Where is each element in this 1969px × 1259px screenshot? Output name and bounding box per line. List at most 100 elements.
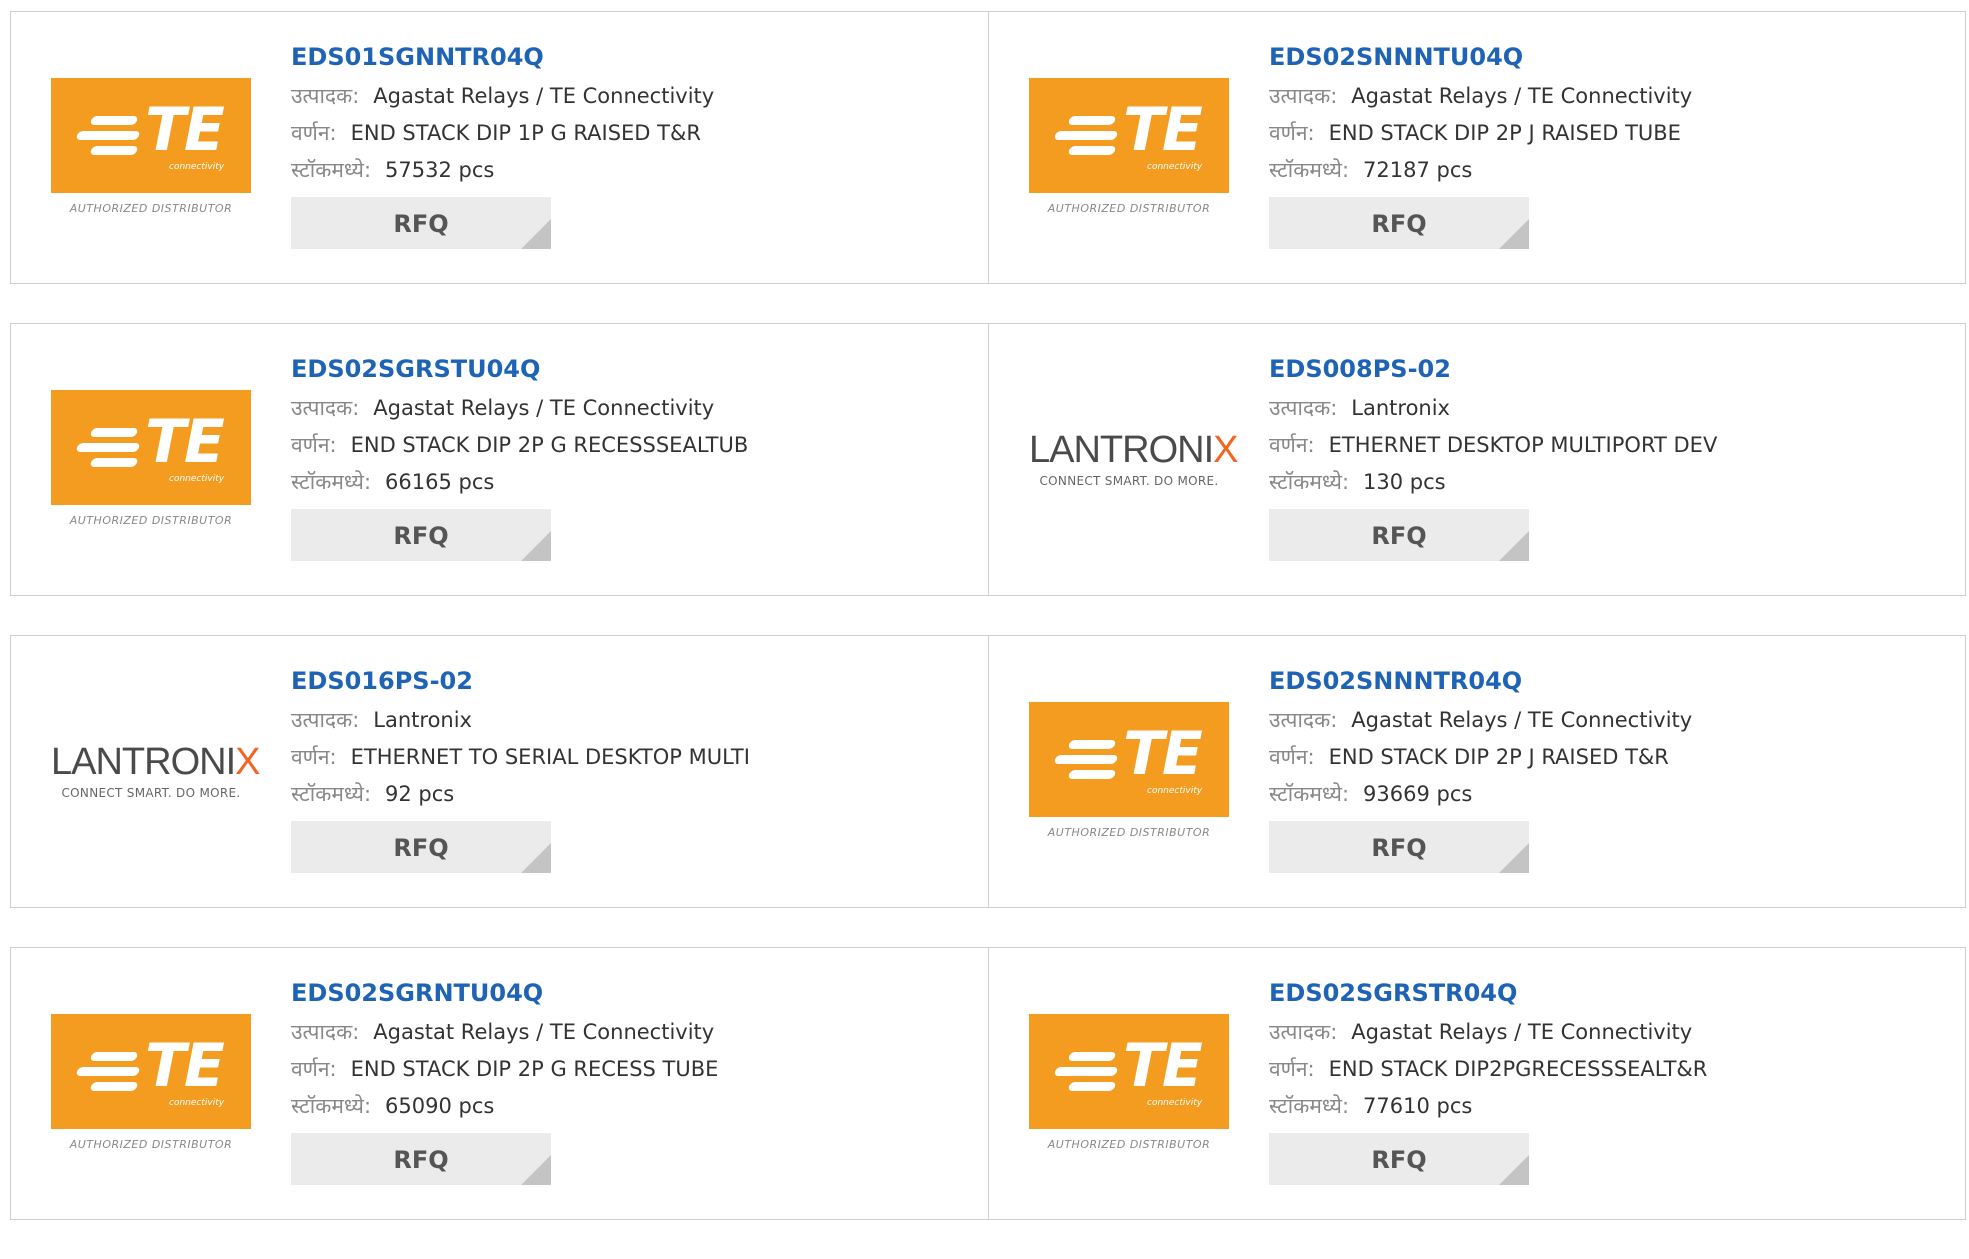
product-row: TE connectivity AUTHORIZED DISTRIBUTOR E… — [10, 947, 1966, 1220]
stock-label: स्टॉकमध्ये: — [1269, 1094, 1350, 1118]
manufacturer-logo[interactable]: TE connectivity AUTHORIZED DISTRIBUTOR — [1029, 948, 1229, 1219]
logo-subtext: connectivity — [1147, 161, 1203, 172]
product-card: LANTRONIX CONNECT SMART. DO MORE. EDS016… — [11, 636, 988, 907]
product-card: TE connectivity AUTHORIZED DISTRIBUTOR E… — [11, 324, 988, 595]
manufacturer-line: उत्पादक: Agastat Relays / TE Connectivity — [1269, 78, 1692, 115]
rfq-button[interactable]: RFQ — [1269, 509, 1529, 561]
logo-tagline: CONNECT SMART. DO MORE. — [61, 785, 241, 800]
manufacturer-logo[interactable]: TE connectivity AUTHORIZED DISTRIBUTOR — [51, 12, 251, 283]
manufacturer-value: Lantronix — [373, 708, 472, 732]
logo-wordmark: LANTRONIX — [1029, 428, 1239, 471]
stock-label: स्टॉकमध्ये: — [291, 782, 372, 806]
corner-arrow-icon — [521, 843, 551, 873]
part-number-link[interactable]: EDS02SGRNTU04Q — [291, 978, 718, 1008]
part-number-link[interactable]: EDS01SGNNTR04Q — [291, 42, 714, 72]
product-info: EDS02SGRSTR04Q उत्पादक: Agastat Relays / … — [1269, 978, 1707, 1185]
product-info: EDS016PS-02 उत्पादक: Lantronix वर्णन: ETHE… — [291, 666, 750, 873]
description-line: वर्णन: ETHERNET DESKTOP MULTIPORT DEV — [1269, 427, 1717, 464]
logo-subtext: connectivity — [169, 161, 225, 172]
manufacturer-label: उत्पादक: — [1269, 84, 1338, 108]
manufacturer-logo[interactable]: TE connectivity AUTHORIZED DISTRIBUTOR — [1029, 12, 1229, 283]
rfq-button[interactable]: RFQ — [1269, 821, 1529, 873]
product-info: EDS02SGRSTU04Q उत्पादक: Agastat Relays / … — [291, 354, 748, 561]
rfq-button[interactable]: RFQ — [291, 509, 551, 561]
lantronix-logo: LANTRONIX CONNECT SMART. DO MORE. — [1029, 428, 1239, 490]
logo-wordmark: TE — [145, 406, 225, 477]
manufacturer-label: उत्पादक: — [1269, 708, 1338, 732]
te-connectivity-logo: TE connectivity AUTHORIZED DISTRIBUTOR — [51, 77, 251, 218]
manufacturer-line: उत्पादक: Agastat Relays / TE Connectivity — [291, 78, 714, 115]
description-label: वर्णन: — [1269, 433, 1315, 457]
product-card: TE connectivity AUTHORIZED DISTRIBUTOR E… — [988, 12, 1965, 283]
te-connectivity-logo: TE connectivity AUTHORIZED DISTRIBUTOR — [1029, 1013, 1229, 1154]
manufacturer-logo[interactable]: LANTRONIX CONNECT SMART. DO MORE. — [1029, 324, 1239, 595]
part-number-link[interactable]: EDS008PS-02 — [1269, 354, 1717, 384]
product-info: EDS02SNNNTU04Q उत्पादक: Agastat Relays / … — [1269, 42, 1692, 249]
manufacturer-line: उत्पादक: Agastat Relays / TE Connectivity — [291, 390, 748, 427]
rfq-button[interactable]: RFQ — [291, 197, 551, 249]
manufacturer-value: Agastat Relays / TE Connectivity — [373, 1020, 715, 1044]
logo-subtext: connectivity — [1147, 1097, 1203, 1108]
product-card: TE connectivity AUTHORIZED DISTRIBUTOR E… — [11, 12, 988, 283]
manufacturer-label: उत्पादक: — [291, 1020, 360, 1044]
logo-tagline: CONNECT SMART. DO MORE. — [1039, 473, 1219, 488]
rfq-button[interactable]: RFQ — [1269, 1133, 1529, 1185]
stock-label: स्टॉकमध्ये: — [1269, 470, 1350, 494]
stock-line: स्टॉकमध्ये: 93669 pcs — [1269, 776, 1692, 813]
manufacturer-logo[interactable]: LANTRONIX CONNECT SMART. DO MORE. — [51, 636, 261, 907]
manufacturer-logo[interactable]: TE connectivity AUTHORIZED DISTRIBUTOR — [51, 324, 251, 595]
description-label: वर्णन: — [291, 433, 337, 457]
lantronix-logo: LANTRONIX CONNECT SMART. DO MORE. — [51, 742, 261, 802]
stock-label: स्टॉकमध्ये: — [1269, 158, 1350, 182]
corner-arrow-icon — [1499, 531, 1529, 561]
description-line: वर्णन: END STACK DIP 2P G RECESSSEALTUB — [291, 427, 748, 464]
manufacturer-line: उत्पादक: Agastat Relays / TE Connectivity — [1269, 1014, 1707, 1051]
rfq-button[interactable]: RFQ — [291, 1133, 551, 1185]
logo-wordmark: TE — [145, 94, 225, 165]
logo-tagline: AUTHORIZED DISTRIBUTOR — [69, 513, 233, 527]
rfq-button[interactable]: RFQ — [1269, 197, 1529, 249]
stock-line: स्टॉकमध्ये: 72187 pcs — [1269, 152, 1692, 189]
part-number-link[interactable]: EDS02SGRSTR04Q — [1269, 978, 1707, 1008]
te-connectivity-logo: TE connectivity AUTHORIZED DISTRIBUTOR — [1029, 701, 1229, 842]
description-label: वर्णन: — [1269, 745, 1315, 769]
rfq-button[interactable]: RFQ — [291, 821, 551, 873]
rfq-label: RFQ — [393, 834, 449, 862]
logo-wordmark: TE — [1123, 1030, 1203, 1101]
te-bars-icon — [75, 1051, 141, 1092]
stock-value: 57532 pcs — [385, 158, 495, 182]
product-card: TE connectivity AUTHORIZED DISTRIBUTOR E… — [988, 948, 1965, 1219]
manufacturer-value: Agastat Relays / TE Connectivity — [1351, 1020, 1693, 1044]
stock-line: स्टॉकमध्ये: 57532 pcs — [291, 152, 714, 189]
manufacturer-line: उत्पादक: Agastat Relays / TE Connectivity — [1269, 702, 1692, 739]
part-number-link[interactable]: EDS016PS-02 — [291, 666, 750, 696]
product-info: EDS008PS-02 उत्पादक: Lantronix वर्णन: ETHE… — [1269, 354, 1717, 561]
part-number-link[interactable]: EDS02SNNNTR04Q — [1269, 666, 1692, 696]
manufacturer-logo[interactable]: TE connectivity AUTHORIZED DISTRIBUTOR — [1029, 636, 1229, 907]
te-connectivity-logo: TE connectivity AUTHORIZED DISTRIBUTOR — [51, 1013, 251, 1154]
part-number-link[interactable]: EDS02SNNNTU04Q — [1269, 42, 1692, 72]
manufacturer-line: उत्पादक: Lantronix — [291, 702, 750, 739]
manufacturer-logo[interactable]: TE connectivity AUTHORIZED DISTRIBUTOR — [51, 948, 251, 1219]
product-grid: TE connectivity AUTHORIZED DISTRIBUTOR E… — [10, 11, 1966, 1259]
logo-tagline: AUTHORIZED DISTRIBUTOR — [1047, 1137, 1211, 1151]
stock-value: 66165 pcs — [385, 470, 495, 494]
rfq-label: RFQ — [1371, 210, 1427, 238]
stock-line: स्टॉकमध्ये: 66165 pcs — [291, 464, 748, 501]
te-connectivity-logo: TE connectivity AUTHORIZED DISTRIBUTOR — [1029, 77, 1229, 218]
logo-tagline: AUTHORIZED DISTRIBUTOR — [69, 201, 233, 215]
logo-wordmark: TE — [145, 1030, 225, 1101]
stock-value: 93669 pcs — [1363, 782, 1473, 806]
stock-label: स्टॉकमध्ये: — [291, 1094, 372, 1118]
part-number-link[interactable]: EDS02SGRSTU04Q — [291, 354, 748, 384]
description-label: वर्णन: — [291, 745, 337, 769]
description-value: END STACK DIP 2P J RAISED TUBE — [1328, 121, 1681, 145]
corner-arrow-icon — [521, 219, 551, 249]
description-value: END STACK DIP 2P G RECESSSEALTUB — [350, 433, 749, 457]
description-label: वर्णन: — [291, 121, 337, 145]
rfq-label: RFQ — [393, 210, 449, 238]
product-info: EDS02SNNNTR04Q उत्पादक: Agastat Relays / … — [1269, 666, 1692, 873]
stock-line: स्टॉकमध्ये: 65090 pcs — [291, 1088, 718, 1125]
rfq-label: RFQ — [1371, 1146, 1427, 1174]
description-value: END STACK DIP 2P G RECESS TUBE — [350, 1057, 719, 1081]
